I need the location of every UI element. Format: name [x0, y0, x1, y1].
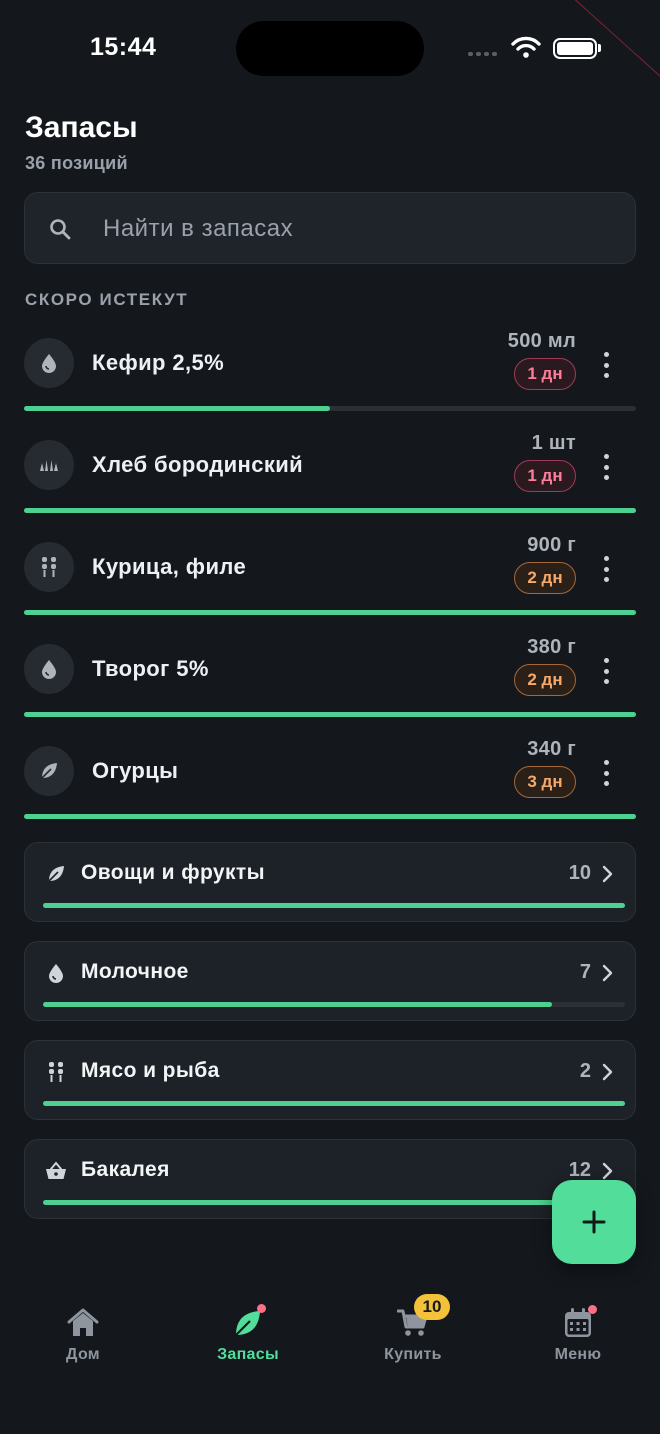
chevron-right-icon — [602, 865, 613, 883]
category-name: Бакалея — [81, 1158, 170, 1181]
progress-fill — [24, 610, 636, 615]
more-options-icon[interactable] — [598, 556, 614, 582]
expiry-badge: 2 дн — [514, 664, 576, 696]
item-quantity: 380 г — [527, 636, 576, 658]
search-icon — [50, 219, 71, 240]
freshness-bar — [24, 610, 636, 615]
item-name: Огурцы — [92, 758, 179, 783]
category-card-vegetables[interactable]: Овощи и фрукты 10 — [24, 842, 636, 922]
expiring-item[interactable]: Огурцы 340 г 3 дн — [24, 738, 636, 840]
meat-icon — [24, 542, 74, 592]
battery-tip — [598, 44, 601, 52]
notification-dot — [257, 1304, 266, 1313]
bottom-nav: Дом Запасы 10 Купить Меню — [0, 1290, 660, 1434]
category-count: 10 — [568, 862, 591, 884]
progress-fill — [43, 1200, 625, 1205]
category-name: Мясо и рыба — [81, 1059, 220, 1082]
progress-fill — [43, 903, 625, 908]
drop-icon — [24, 644, 74, 694]
expiry-badge: 3 дн — [514, 766, 576, 798]
category-progress — [43, 1101, 625, 1106]
plus-icon — [582, 1210, 606, 1234]
nav-item-home[interactable]: Дом — [23, 1306, 143, 1376]
category-count: 12 — [568, 1159, 591, 1181]
signal-icon — [468, 52, 497, 56]
expiry-badge: 1 дн — [514, 460, 576, 492]
nav-label: Запасы — [217, 1346, 279, 1363]
leaf-icon — [24, 746, 74, 796]
battery-icon — [553, 38, 597, 59]
item-name: Кефир 2,5% — [92, 350, 225, 375]
freshness-bar — [24, 508, 636, 513]
chevron-right-icon — [602, 964, 613, 982]
expiring-item[interactable]: Кефир 2,5% 500 мл 1 дн — [24, 330, 636, 432]
expiry-badge: 2 дн — [514, 562, 576, 594]
bread-icon — [24, 440, 74, 490]
more-options-icon[interactable] — [598, 454, 614, 480]
category-name: Овощи и фрукты — [81, 861, 265, 884]
category-progress — [43, 1002, 625, 1007]
basket-icon — [45, 1160, 67, 1182]
item-quantity: 900 г — [527, 534, 576, 556]
nav-label: Дом — [66, 1346, 100, 1363]
calendar-icon — [561, 1305, 597, 1340]
category-card-dairy[interactable]: Молочное 7 — [24, 941, 636, 1021]
nav-label: Купить — [384, 1346, 442, 1363]
page-subtitle: 36 позиций — [25, 153, 128, 173]
wifi-icon — [511, 36, 541, 58]
nav-item-shopping[interactable]: 10 Купить — [353, 1294, 473, 1376]
drop-icon — [24, 338, 74, 388]
nav-item-menu[interactable]: Меню — [518, 1305, 638, 1376]
item-quantity: 340 г — [527, 738, 576, 760]
chevron-right-icon — [602, 1063, 613, 1081]
category-progress — [43, 1200, 625, 1205]
home-icon — [66, 1306, 100, 1340]
meat-icon — [45, 1061, 67, 1083]
chevron-right-icon — [602, 1162, 613, 1180]
item-name: Хлеб бородинский — [92, 452, 304, 477]
category-card-grocery[interactable]: Бакалея 12 — [24, 1139, 636, 1219]
search-placeholder: Найти в запасах — [103, 215, 294, 242]
expiring-item[interactable]: Хлеб бородинский 1 шт 1 дн — [24, 432, 636, 534]
expiring-item[interactable]: Курица, филе 900 г 2 дн — [24, 534, 636, 636]
freshness-bar — [24, 406, 636, 411]
more-options-icon[interactable] — [598, 760, 614, 786]
leaf-icon — [45, 863, 67, 885]
category-count: 7 — [579, 961, 591, 983]
item-quantity: 500 мл — [507, 330, 576, 352]
freshness-bar — [24, 712, 636, 717]
page-title: Запасы — [25, 111, 138, 144]
category-progress — [43, 903, 625, 908]
progress-fill — [24, 406, 330, 411]
progress-fill — [24, 712, 636, 717]
more-options-icon[interactable] — [598, 352, 614, 378]
nav-item-stock[interactable]: Запасы — [188, 1304, 308, 1376]
item-quantity: 1 шт — [531, 432, 576, 454]
section-label-expiring: СКОРО ИСТЕКУТ — [25, 290, 189, 309]
item-name: Курица, филе — [92, 554, 247, 579]
expiry-badge: 1 дн — [514, 358, 576, 390]
status-time: 15:44 — [90, 33, 157, 61]
drop-icon — [45, 962, 67, 984]
item-name: Творог 5% — [92, 656, 209, 681]
add-item-button[interactable] — [552, 1180, 636, 1264]
expiring-item[interactable]: Творог 5% 380 г 2 дн — [24, 636, 636, 738]
more-options-icon[interactable] — [598, 658, 614, 684]
cart-count-badge: 10 — [414, 1294, 450, 1320]
nav-label: Меню — [554, 1346, 602, 1363]
dynamic-island — [236, 21, 424, 76]
progress-fill — [24, 814, 636, 819]
progress-fill — [24, 508, 636, 513]
leaf-icon — [231, 1304, 266, 1340]
progress-fill — [43, 1002, 553, 1007]
category-count: 2 — [579, 1060, 591, 1082]
cart-icon: 10 — [396, 1294, 450, 1340]
category-card-meat-fish[interactable]: Мясо и рыба 2 — [24, 1040, 636, 1120]
category-name: Молочное — [81, 960, 189, 983]
notification-dot — [588, 1305, 597, 1314]
progress-fill — [43, 1101, 625, 1106]
status-bar: 15:44 — [0, 0, 660, 96]
freshness-bar — [24, 814, 636, 819]
